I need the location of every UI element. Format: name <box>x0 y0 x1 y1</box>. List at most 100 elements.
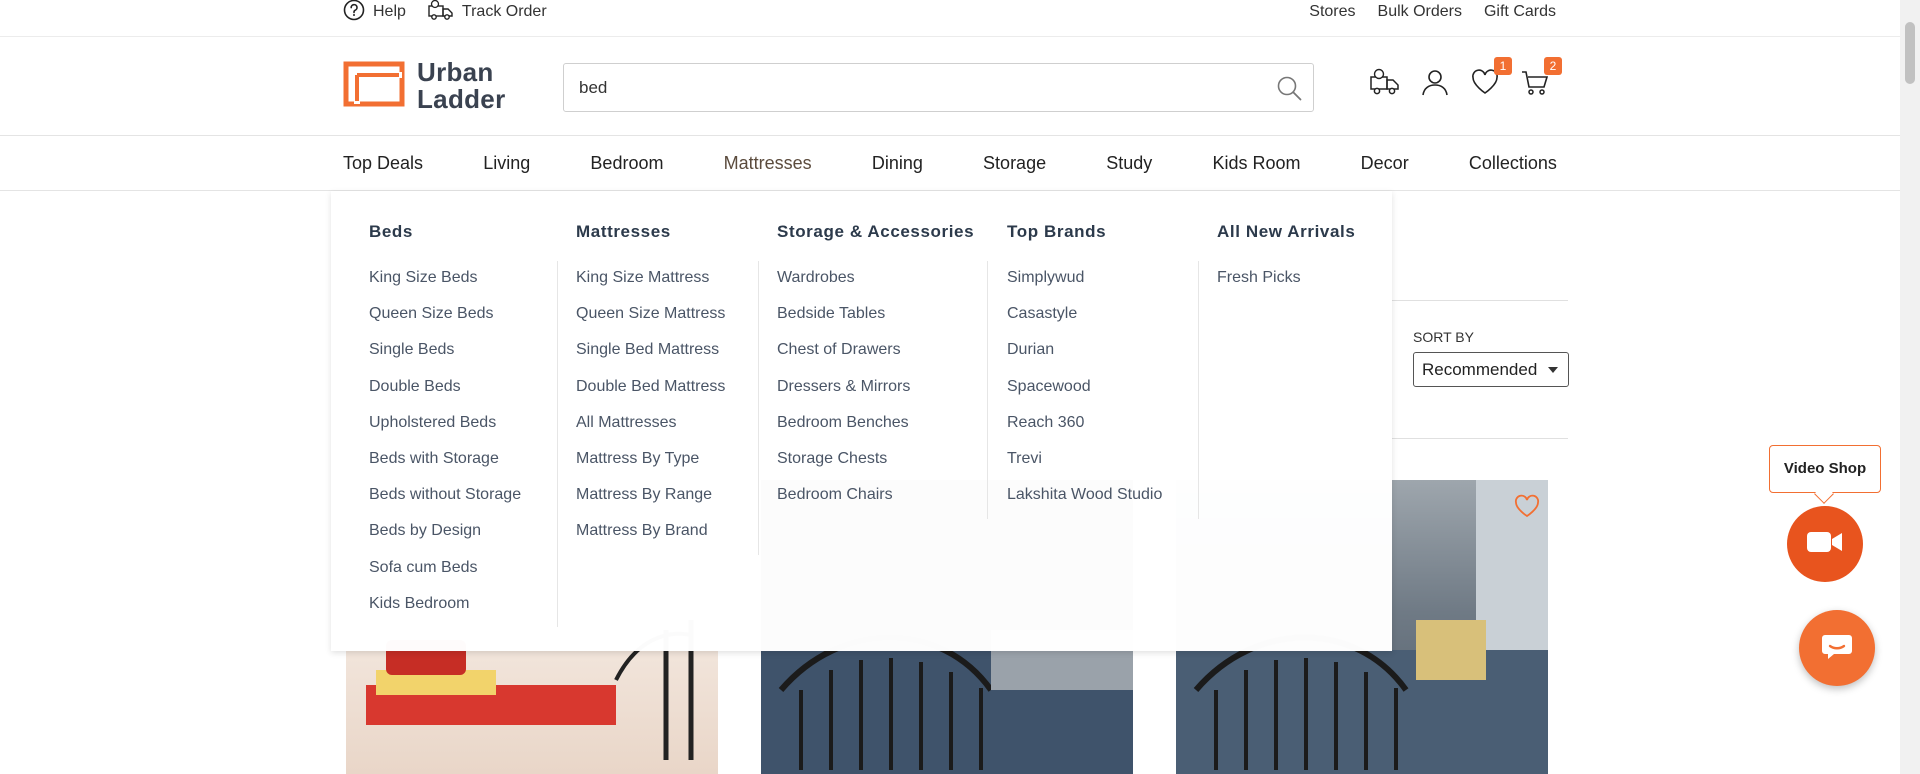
scrollbar[interactable] <box>1900 0 1920 774</box>
nav-decor[interactable]: Decor <box>1361 153 1409 174</box>
menu-link[interactable]: Fresh Picks <box>1217 269 1301 305</box>
menu-link[interactable]: Bedroom Chairs <box>777 486 910 522</box>
menu-column-title: Mattresses <box>576 222 671 241</box>
wishlist-button[interactable]: 1 <box>1470 57 1512 97</box>
logo-line-2: Ladder <box>417 84 506 114</box>
truck-icon <box>428 0 454 26</box>
truck-icon <box>1370 68 1400 101</box>
search-input[interactable] <box>564 65 1254 110</box>
logo-line-1: Urban <box>417 57 494 87</box>
menu-link[interactable]: Lakshita Wood Studio <box>1007 486 1162 522</box>
menu-link[interactable]: Casastyle <box>1007 305 1162 341</box>
chat-button[interactable] <box>1799 610 1875 686</box>
menu-column-list: King Size Beds Queen Size Beds Single Be… <box>369 269 521 631</box>
nav-collections[interactable]: Collections <box>1469 153 1557 174</box>
menu-link[interactable]: Simplywud <box>1007 269 1162 305</box>
track-order-link[interactable]: Track Order <box>428 0 547 26</box>
menu-column-title: Beds <box>369 222 413 241</box>
track-order-label: Track Order <box>461 3 547 20</box>
sort-select[interactable]: Recommended <box>1413 352 1569 387</box>
menu-link[interactable]: Spacewood <box>1007 378 1162 414</box>
video-camera-icon <box>1806 529 1844 560</box>
account-button[interactable] <box>1420 67 1450 97</box>
menu-column-list: Wardrobes Bedside Tables Chest of Drawer… <box>777 269 910 522</box>
menu-link[interactable]: Kids Bedroom <box>369 595 521 631</box>
mega-menu-dropdown: Beds King Size Beds Queen Size Beds Sing… <box>331 191 1392 651</box>
menu-column-title: All New Arrivals <box>1217 222 1356 241</box>
menu-link[interactable]: Queen Size Beds <box>369 305 521 341</box>
help-label: Help <box>373 3 406 20</box>
menu-link[interactable]: Sofa cum Beds <box>369 559 521 595</box>
menu-link[interactable]: Mattress By Brand <box>576 522 725 558</box>
menu-column-title: Storage & Accessories <box>777 222 975 241</box>
utility-left: Help Track Order <box>343 0 547 24</box>
logo-text: Urban Ladder <box>417 59 505 113</box>
menu-link[interactable]: Trevi <box>1007 450 1162 486</box>
menu-link[interactable]: Bedroom Benches <box>777 414 910 450</box>
heart-icon[interactable] <box>1514 494 1540 523</box>
menu-column-list: King Size Mattress Queen Size Mattress S… <box>576 269 725 559</box>
user-icon <box>1420 70 1450 101</box>
menu-link[interactable]: Beds by Design <box>369 522 521 558</box>
nav-dining[interactable]: Dining <box>872 153 923 174</box>
nav-study[interactable]: Study <box>1106 153 1152 174</box>
menu-column-list: Fresh Picks <box>1217 269 1301 305</box>
divider <box>1392 300 1568 301</box>
menu-link[interactable]: Double Bed Mattress <box>576 378 725 414</box>
menu-link[interactable]: All Mattresses <box>576 414 725 450</box>
menu-divider <box>557 261 558 627</box>
stores-link[interactable]: Stores <box>1309 3 1355 21</box>
nav-kids-room[interactable]: Kids Room <box>1212 153 1300 174</box>
cart-button[interactable]: 2 <box>1520 57 1562 97</box>
video-shop-button[interactable] <box>1787 506 1863 582</box>
menu-link[interactable]: Mattress By Type <box>576 450 725 486</box>
cart-count-badge: 2 <box>1544 57 1562 75</box>
menu-link[interactable]: Dressers & Mirrors <box>777 378 910 414</box>
menu-link[interactable]: Queen Size Mattress <box>576 305 725 341</box>
menu-link[interactable]: King Size Beds <box>369 269 521 305</box>
menu-link[interactable]: Chest of Drawers <box>777 341 910 377</box>
nav-mattresses[interactable]: Mattresses <box>724 153 812 174</box>
menu-link[interactable]: Bedside Tables <box>777 305 910 341</box>
sort-label: SORT BY <box>1413 329 1474 345</box>
nav-bedroom[interactable]: Bedroom <box>590 153 663 174</box>
menu-link[interactable]: King Size Mattress <box>576 269 725 305</box>
menu-link[interactable]: Beds without Storage <box>369 486 521 522</box>
help-link[interactable]: Help <box>343 0 406 26</box>
main-nav-items: Top Deals Living Bedroom Mattresses Dini… <box>343 136 1557 191</box>
gift-cards-link[interactable]: Gift Cards <box>1484 3 1556 21</box>
nav-living[interactable]: Living <box>483 153 530 174</box>
logo-mark-icon <box>343 61 405 112</box>
logo[interactable]: Urban Ladder <box>343 59 505 113</box>
menu-link[interactable]: Single Beds <box>369 341 521 377</box>
nav-storage[interactable]: Storage <box>983 153 1046 174</box>
menu-link[interactable]: Beds with Storage <box>369 450 521 486</box>
header-icons: 1 2 <box>1370 57 1562 97</box>
track-order-button[interactable] <box>1370 67 1400 97</box>
chat-icon <box>1820 632 1854 665</box>
sort-selected-value: Recommended <box>1422 360 1538 379</box>
menu-link[interactable]: Single Bed Mattress <box>576 341 725 377</box>
wishlist-count-badge: 1 <box>1494 57 1512 75</box>
menu-link[interactable]: Upholstered Beds <box>369 414 521 450</box>
menu-divider <box>758 261 759 555</box>
menu-link[interactable]: Reach 360 <box>1007 414 1162 450</box>
heart-icon <box>1470 69 1500 101</box>
bulk-orders-link[interactable]: Bulk Orders <box>1378 3 1462 21</box>
nav-top-deals[interactable]: Top Deals <box>343 153 423 174</box>
page: Help Track Order Stores Bulk Orders Gift… <box>0 0 1920 774</box>
search-icon[interactable] <box>1275 74 1303 107</box>
utility-bar: Help Track Order Stores Bulk Orders Gift… <box>0 0 1900 37</box>
menu-divider <box>1198 261 1199 519</box>
menu-divider <box>987 261 988 519</box>
menu-link[interactable]: Wardrobes <box>777 269 910 305</box>
menu-link[interactable]: Storage Chests <box>777 450 910 486</box>
help-icon <box>343 0 365 26</box>
cart-icon <box>1520 71 1550 101</box>
menu-link[interactable]: Durian <box>1007 341 1162 377</box>
menu-link[interactable]: Double Beds <box>369 378 521 414</box>
chevron-down-icon <box>1548 367 1558 373</box>
scrollbar-thumb[interactable] <box>1905 22 1915 84</box>
menu-column-list: Simplywud Casastyle Durian Spacewood Rea… <box>1007 269 1162 522</box>
menu-link[interactable]: Mattress By Range <box>576 486 725 522</box>
